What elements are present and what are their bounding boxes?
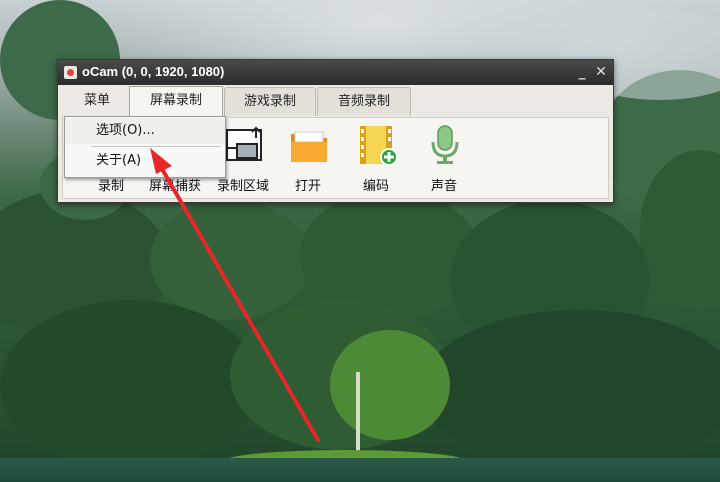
window-title: oCam (0, 0, 1920, 1080)	[82, 64, 225, 79]
close-button[interactable]: ✕	[593, 63, 609, 81]
microphone-icon	[424, 124, 466, 166]
menu-tab[interactable]: 菜单	[68, 87, 126, 115]
record-area-icon	[223, 124, 265, 166]
menu-item-options[interactable]: 选项(O)...	[65, 118, 225, 144]
codec-button[interactable]: 编码	[341, 124, 411, 196]
tab-screen-recording[interactable]: 屏幕录制	[129, 86, 223, 118]
tab-bar: 菜单 屏幕录制 游戏录制 音频录制	[58, 85, 613, 118]
tab-game-recording[interactable]: 游戏录制	[224, 87, 316, 116]
sound-label: 声音	[430, 179, 457, 194]
menu-separator	[91, 146, 221, 147]
codec-icon	[356, 124, 398, 166]
menu-dropdown: 选项(O)... 关于(A)	[64, 116, 226, 178]
sound-button[interactable]: 声音	[409, 124, 479, 196]
ocam-app-icon	[64, 66, 77, 79]
tab-audio-recording[interactable]: 音频录制	[317, 87, 411, 116]
menu-item-about[interactable]: 关于(A)	[65, 148, 225, 174]
folder-icon	[288, 124, 330, 166]
open-button[interactable]: 打开	[273, 124, 343, 196]
title-bar[interactable]: oCam (0, 0, 1920, 1080) _ ✕	[58, 60, 613, 85]
codec-label: 编码	[362, 179, 389, 194]
open-label: 打开	[294, 179, 321, 194]
minimize-button[interactable]: _	[574, 63, 590, 81]
